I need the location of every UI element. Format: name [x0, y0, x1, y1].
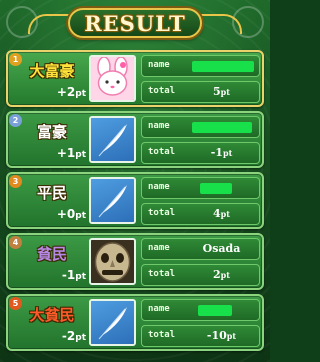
player-rank-title: 貧民 — [36, 245, 67, 263]
player-rank-title: 平民 — [36, 184, 67, 202]
player-row-3: 3 平民 +0pt name total 4pt — [6, 172, 264, 229]
round-points: -1pt — [61, 268, 86, 282]
stone-mask-icon — [89, 238, 136, 285]
total-value: 2 — [213, 268, 221, 281]
name-field: name — [141, 177, 260, 199]
header: RESULT — [0, 0, 270, 46]
white-quill-icon — [89, 177, 136, 224]
total-value: -10 — [206, 329, 227, 342]
total-field: total -1pt — [141, 142, 260, 164]
redacted-name — [192, 61, 254, 72]
round-points: +0pt — [56, 207, 86, 221]
player-row-4: 4 貧民 -1pt name Osada total 2pt — [6, 233, 264, 290]
round-points: -2pt — [61, 329, 86, 343]
redacted-name — [200, 183, 232, 194]
name-field: name — [141, 55, 260, 77]
total-field: total -10pt — [141, 325, 260, 347]
white-quill-icon — [89, 299, 136, 346]
pink-bunny-icon — [89, 55, 136, 102]
player-row-2: 2 富豪 +1pt name total -1pt — [6, 111, 264, 168]
name-field: name Osada — [141, 238, 260, 260]
total-field: total 2pt — [141, 264, 260, 286]
total-value: -1 — [210, 146, 223, 159]
total-field: total 5pt — [141, 81, 260, 103]
name-field: name — [141, 299, 260, 321]
player-rank-title: 大富豪 — [29, 62, 75, 80]
player-rank-title: 大貧民 — [29, 306, 75, 324]
white-quill-icon — [89, 116, 136, 163]
redacted-name — [198, 305, 232, 316]
round-points: +2pt — [56, 85, 86, 99]
round-points: +1pt — [56, 146, 86, 160]
player-rank-title: 富豪 — [36, 123, 67, 141]
total-value: 5 — [213, 85, 221, 98]
player-name: Osada — [202, 242, 241, 255]
wing-left-decoration — [28, 14, 70, 34]
name-field: name — [141, 116, 260, 138]
total-field: total 4pt — [141, 203, 260, 225]
total-value: 4 — [213, 207, 221, 220]
result-title-plate: RESULT — [68, 8, 202, 38]
player-row-1: 1 大富豪 +2pt name total 5pt — [6, 50, 264, 107]
player-row-5: 5 大貧民 -2pt name total -10pt — [6, 294, 264, 351]
redacted-name — [192, 122, 252, 133]
result-title: RESULT — [84, 10, 186, 36]
